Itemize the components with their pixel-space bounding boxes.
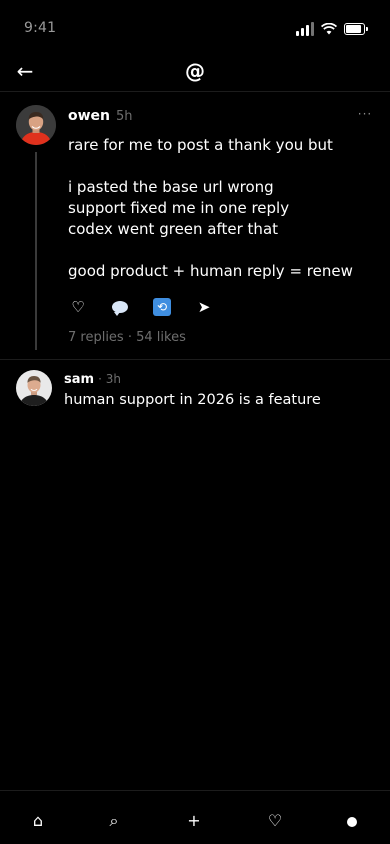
post-text-line: good product + human reply = renew: [68, 262, 353, 280]
status-time: 9:41: [24, 20, 57, 36]
nav-profile[interactable]: [340, 809, 364, 833]
nav-create[interactable]: +: [182, 809, 206, 833]
post-line-break: [68, 240, 368, 261]
post-stats[interactable]: 7 replies · 54 likes: [68, 330, 186, 345]
status-bar: 9:41: [0, 0, 390, 56]
wifi-icon: [321, 23, 337, 35]
post-timestamp: 5h: [116, 109, 133, 124]
battery-icon: [344, 23, 368, 35]
nav-activity[interactable]: ♡: [263, 809, 287, 833]
post-username[interactable]: owen: [68, 108, 110, 124]
repost-button[interactable]: ⟲: [152, 297, 172, 317]
nav-search[interactable]: ⌕: [102, 809, 126, 833]
app-header: ← @: [0, 56, 390, 92]
nav-home[interactable]: ⌂: [26, 809, 50, 833]
main-post: owen 5h ··· rare for me to post a thank …: [0, 92, 390, 360]
repost-icon: ⟲: [153, 298, 171, 316]
bottom-nav: ⌂ ⌕ + ♡: [0, 790, 390, 844]
post-line-break: [68, 156, 368, 177]
avatar[interactable]: [16, 105, 56, 145]
reply-text: human support in 2026 is a feature: [64, 392, 321, 408]
reply-timestamp: · 3h: [98, 372, 121, 386]
heart-icon: ♡: [267, 811, 283, 830]
reply-header: sam · 3h: [64, 372, 121, 387]
post-header: owen 5h: [68, 108, 133, 128]
paper-plane-icon: ➤: [197, 298, 211, 316]
reply-item: sam · 3h human support in 2026 is a feat…: [0, 360, 390, 420]
reply-username[interactable]: sam: [64, 372, 94, 387]
post-actions: ♡ ⟲ ➤: [68, 297, 236, 317]
post-text-line: support fixed me in one reply: [68, 199, 290, 217]
post-text-line: i pasted the base url wrong: [68, 178, 274, 196]
heart-icon: ♡: [71, 298, 85, 316]
speech-bubble-icon: [112, 301, 128, 316]
post-body: rare for me to post a thank you but i pa…: [68, 135, 368, 282]
plus-icon: +: [187, 811, 201, 830]
post-text-line: rare for me to post a thank you but: [68, 136, 333, 154]
thread-line: [35, 152, 37, 350]
status-icons: [296, 21, 368, 37]
app-logo: @: [185, 59, 205, 83]
thread-screen: 9:41 ← @ owen 5h ··· rare for me to post…: [0, 0, 390, 844]
like-button[interactable]: ♡: [68, 297, 88, 317]
home-icon: ⌂: [32, 811, 44, 830]
reply-avatar-image: [16, 370, 52, 406]
more-options-button[interactable]: ···: [356, 106, 374, 122]
signal-icon: [296, 22, 314, 36]
avatar-image: [16, 105, 56, 145]
reply-button[interactable]: [110, 297, 130, 317]
post-text-line: codex went green after that: [68, 220, 279, 238]
profile-icon: [347, 816, 357, 827]
search-icon: ⌕: [109, 811, 119, 830]
share-button[interactable]: ➤: [194, 297, 214, 317]
reply-avatar[interactable]: [16, 370, 52, 406]
